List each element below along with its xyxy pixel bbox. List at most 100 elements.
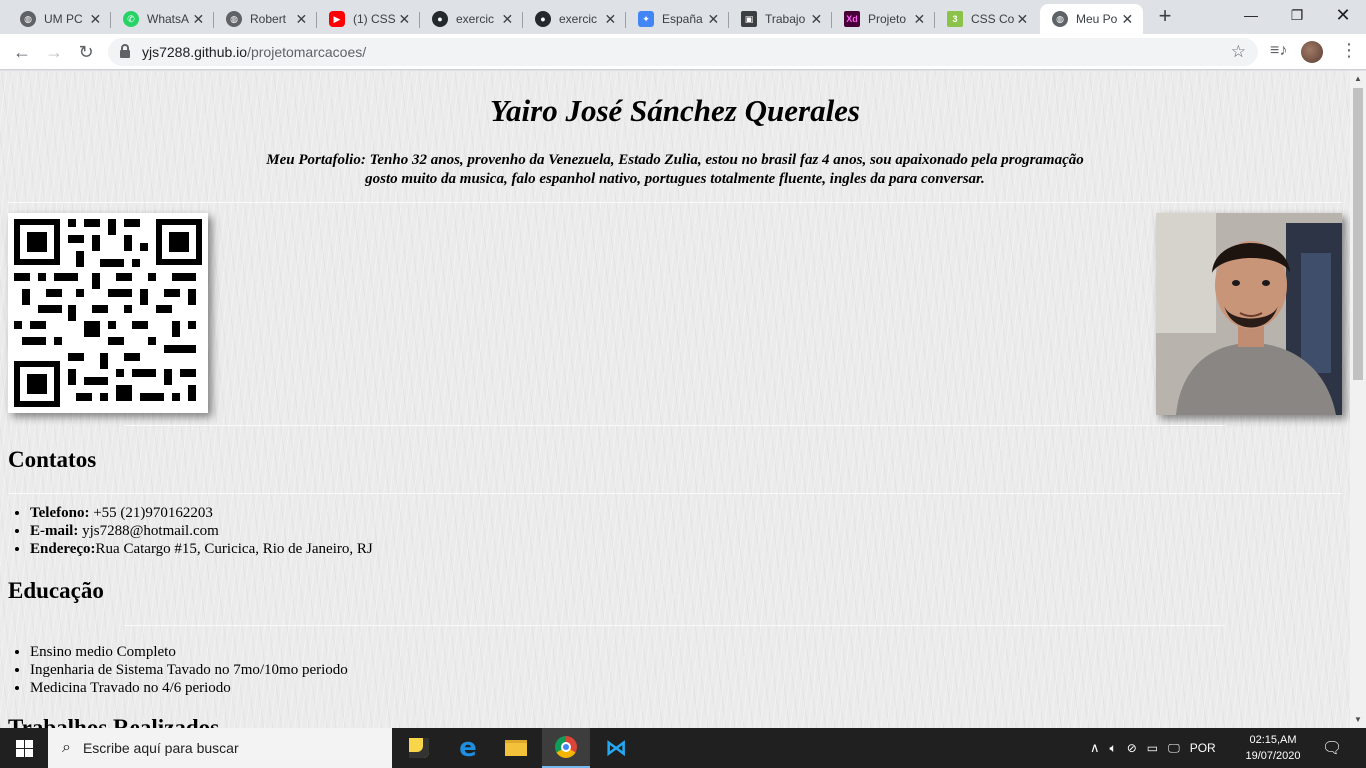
profile-photo-graphic xyxy=(1156,213,1342,415)
notification-center-button[interactable]: 🗨︎ xyxy=(1322,728,1344,768)
profile-avatar[interactable] xyxy=(1301,41,1323,63)
codepen-icon: 3 xyxy=(947,11,963,27)
close-icon[interactable]: ✕ xyxy=(603,11,618,28)
chrome-browser-icon[interactable] xyxy=(542,728,590,768)
new-tab-button[interactable]: + xyxy=(1151,5,1179,29)
start-button[interactable] xyxy=(0,728,48,768)
tab-4[interactable]: ● exercic ✕ xyxy=(420,4,523,34)
volume-icon[interactable]: 🔈︎ xyxy=(1110,741,1117,756)
minimize-button[interactable]: — xyxy=(1228,0,1274,30)
page-title: Yairo José Sánchez Querales xyxy=(489,93,861,128)
puzzle-icon: ✦ xyxy=(638,11,654,27)
reload-button[interactable]: ↻ xyxy=(74,40,98,64)
globe-icon: ◍ xyxy=(20,11,36,27)
menu-kebab-icon[interactable]: ⋮ xyxy=(1340,40,1358,61)
file-explorer-icon[interactable] xyxy=(492,728,540,768)
search-placeholder: Escribe aquí para buscar xyxy=(82,740,239,756)
lock-icon[interactable] xyxy=(120,44,130,58)
scroll-down-icon[interactable]: ▼ xyxy=(1354,715,1362,724)
tab-title: España xyxy=(662,12,703,26)
close-icon[interactable]: ✕ xyxy=(1015,11,1030,28)
tab-title: exercic xyxy=(559,12,598,26)
github-icon: ● xyxy=(432,11,448,27)
close-icon[interactable]: ✕ xyxy=(912,11,927,28)
back-button[interactable]: ← xyxy=(10,40,34,64)
edge-browser-icon[interactable]: e xyxy=(444,728,492,768)
list-item: Ensino medio Completo xyxy=(30,643,348,661)
page-scrollbar[interactable]: ▲ ▼ xyxy=(1350,71,1366,728)
tab-1[interactable]: ✆ WhatsA ✕ xyxy=(111,4,214,34)
divider xyxy=(124,625,1225,626)
close-icon[interactable]: ✕ xyxy=(397,11,412,28)
bookmark-star-icon[interactable]: ☆ xyxy=(1231,42,1246,62)
list-item: E-mail: yjs7288@hotmail.com xyxy=(30,522,373,540)
taskbar-clock[interactable]: 02:15,AM 19/07/2020 xyxy=(1240,732,1306,764)
page-viewport: Yairo José Sánchez Querales Meu Portafol… xyxy=(0,71,1350,728)
contacts-list: Telefono: +55 (21)970162203 E-mail: yjs7… xyxy=(30,504,373,558)
tab-title: Projeto xyxy=(868,12,907,26)
list-item: Endereço:Rua Catargo #15, Curicica, Rio … xyxy=(30,540,373,558)
tab-9[interactable]: 3 CSS Co ✕ xyxy=(935,4,1038,34)
display-icon[interactable]: 🖵︎ xyxy=(1168,741,1180,756)
windows-taskbar: ⌕ Escribe aquí para buscar e ⋈ ∧ 🔈︎ ⊘ ▭ … xyxy=(0,728,1366,768)
close-icon[interactable]: ✕ xyxy=(191,11,206,28)
qr-code-image xyxy=(8,213,208,413)
browser-toolbar: ← → ↻ yjs7288.github.io/projetomarcacoes… xyxy=(0,34,1366,70)
tab-0[interactable]: ◍ UM PC ✕ xyxy=(8,4,111,34)
divider xyxy=(8,202,1342,203)
tab-title: Robert xyxy=(250,12,287,26)
tab-title: Trabajo xyxy=(765,12,806,26)
education-heading: Educação xyxy=(8,578,104,603)
search-icon: ⌕ xyxy=(62,739,71,756)
qr-code-graphic xyxy=(8,213,208,413)
windows-logo-icon xyxy=(15,739,33,757)
xd-icon: Xd xyxy=(844,11,860,27)
system-tray: ∧ 🔈︎ ⊘ ▭ 🖵︎ POR xyxy=(1090,728,1216,768)
close-icon[interactable]: ✕ xyxy=(500,11,515,28)
tab-strip: ◍ UM PC ✕ ✆ WhatsA ✕ ◍ Robert ✕ ▶ (1) CS… xyxy=(0,0,1366,34)
taskbar-search-box[interactable]: ⌕ Escribe aquí para buscar xyxy=(48,728,392,768)
tab-10-active[interactable]: ◍ Meu Po ✕ xyxy=(1040,4,1143,34)
vscode-icon[interactable]: ⋈ xyxy=(592,728,640,768)
scroll-up-icon[interactable]: ▲ xyxy=(1354,74,1362,83)
tab-title: (1) CSS xyxy=(353,12,396,26)
close-icon[interactable]: ✕ xyxy=(88,11,103,28)
close-icon[interactable]: ✕ xyxy=(706,11,721,28)
language-indicator[interactable]: POR xyxy=(1190,741,1216,755)
address-bar[interactable]: yjs7288.github.io/projetomarcacoes/ ☆ xyxy=(108,38,1258,66)
tab-6[interactable]: ✦ España ✕ xyxy=(626,4,729,34)
tab-3[interactable]: ▶ (1) CSS ✕ xyxy=(317,4,420,34)
sticky-notes-app-icon[interactable] xyxy=(395,728,443,768)
divider xyxy=(124,425,1225,426)
close-window-button[interactable]: ✕ xyxy=(1320,0,1366,30)
profile-photo xyxy=(1156,213,1342,415)
tab-title: WhatsA xyxy=(147,12,190,26)
youtube-icon: ▶ xyxy=(329,11,345,27)
portrait-icon: ▣ xyxy=(741,11,757,27)
tab-title: CSS Co xyxy=(971,12,1015,26)
education-list: Ensino medio Completo Ingenharia de Sist… xyxy=(30,643,348,697)
forward-button[interactable]: → xyxy=(42,40,66,64)
media-control-icon[interactable]: ≡♪ xyxy=(1270,42,1287,60)
maximize-button[interactable]: ❐ xyxy=(1274,0,1320,30)
close-icon[interactable]: ✕ xyxy=(1120,11,1135,28)
chevron-up-icon[interactable]: ∧ xyxy=(1090,740,1100,756)
github-icon: ● xyxy=(535,11,551,27)
tab-title: Meu Po xyxy=(1076,12,1118,26)
tab-2[interactable]: ◍ Robert ✕ xyxy=(214,4,317,34)
tab-5[interactable]: ● exercic ✕ xyxy=(523,4,626,34)
tab-title: exercic xyxy=(456,12,495,26)
close-icon[interactable]: ✕ xyxy=(294,11,309,28)
contacts-heading: Contatos xyxy=(8,447,97,472)
whatsapp-icon: ✆ xyxy=(123,11,139,27)
scrollbar-thumb[interactable] xyxy=(1353,88,1363,380)
url-text: yjs7288.github.io/projetomarcacoes/ xyxy=(142,44,367,60)
bio-text: Meu Portafolio: Tenho 32 anos, provenho … xyxy=(266,152,1084,187)
tab-8[interactable]: Xd Projeto ✕ xyxy=(832,4,935,34)
list-item: Telefono: +55 (21)970162203 xyxy=(30,504,373,522)
network-off-icon[interactable]: ⊘ xyxy=(1127,741,1137,755)
tab-7[interactable]: ▣ Trabajo ✕ xyxy=(729,4,832,34)
close-icon[interactable]: ✕ xyxy=(809,11,824,28)
battery-icon[interactable]: ▭ xyxy=(1147,741,1158,755)
globe-icon: ◍ xyxy=(1052,11,1068,27)
